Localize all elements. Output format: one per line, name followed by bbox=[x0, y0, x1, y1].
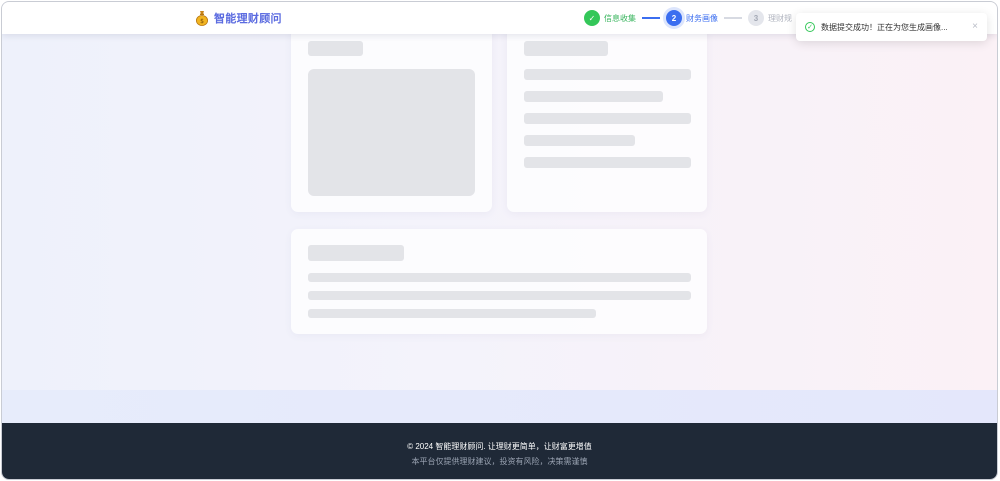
app-window: $ 智能理财顾问 ✓ 信息收集 2 财务画像 3 理财规 ✓ 数据提交成功！正在… bbox=[1, 1, 998, 480]
check-icon: ✓ bbox=[584, 10, 600, 26]
skeleton-line bbox=[524, 69, 691, 80]
skeleton-card-summary bbox=[507, 22, 707, 212]
skeleton-title bbox=[524, 41, 608, 56]
skeleton-title bbox=[308, 245, 404, 261]
skeleton-chart-area bbox=[308, 69, 475, 196]
step-label: 信息收集 bbox=[604, 13, 636, 23]
step-label: 财务画像 bbox=[686, 13, 718, 23]
logo[interactable]: $ 智能理财顾问 bbox=[195, 10, 282, 26]
skeleton-card-chart bbox=[291, 22, 492, 212]
svg-text:$: $ bbox=[200, 18, 204, 25]
skeleton-title bbox=[308, 41, 363, 56]
footer-disclaimer: 本平台仅提供理财建议，投资有风险，决策需谨慎 bbox=[411, 457, 588, 466]
step-label: 理财规 bbox=[768, 13, 792, 23]
money-bag-icon: $ bbox=[196, 11, 208, 26]
scrollbar-thumb[interactable] bbox=[997, 100, 998, 422]
footer-gradient-band bbox=[2, 390, 997, 423]
step-info-collection[interactable]: ✓ 信息收集 bbox=[584, 10, 636, 26]
skeleton-line bbox=[524, 157, 691, 168]
success-toast: ✓ 数据提交成功！正在为您生成画像... × bbox=[796, 13, 987, 41]
step-connector bbox=[724, 17, 742, 19]
step-number: 2 bbox=[666, 10, 682, 26]
app-title: 智能理财顾问 bbox=[214, 13, 282, 25]
progress-steps: ✓ 信息收集 2 财务画像 3 理财规 bbox=[584, 10, 792, 26]
close-icon[interactable]: × bbox=[972, 22, 978, 32]
footer-copyright: © 2024 智能理财顾问. 让理财更简单，让财富更增值 bbox=[407, 442, 592, 451]
step-connector bbox=[642, 17, 660, 19]
skeleton-line bbox=[524, 91, 663, 102]
success-check-icon: ✓ bbox=[805, 22, 815, 32]
page-footer: © 2024 智能理财顾问. 让理财更简单，让财富更增值 本平台仅提供理财建议，… bbox=[2, 423, 997, 479]
skeleton-line bbox=[308, 291, 691, 300]
step-number: 3 bbox=[748, 10, 764, 26]
skeleton-line bbox=[524, 113, 691, 124]
skeleton-line bbox=[524, 135, 635, 146]
skeleton-card-details bbox=[291, 229, 707, 334]
step-financial-profile[interactable]: 2 财务画像 bbox=[666, 10, 718, 26]
toast-message: 数据提交成功！正在为您生成画像... bbox=[821, 22, 948, 32]
skeleton-line bbox=[308, 309, 596, 318]
skeleton-line bbox=[308, 273, 691, 282]
step-financial-plan[interactable]: 3 理财规 bbox=[748, 10, 792, 26]
